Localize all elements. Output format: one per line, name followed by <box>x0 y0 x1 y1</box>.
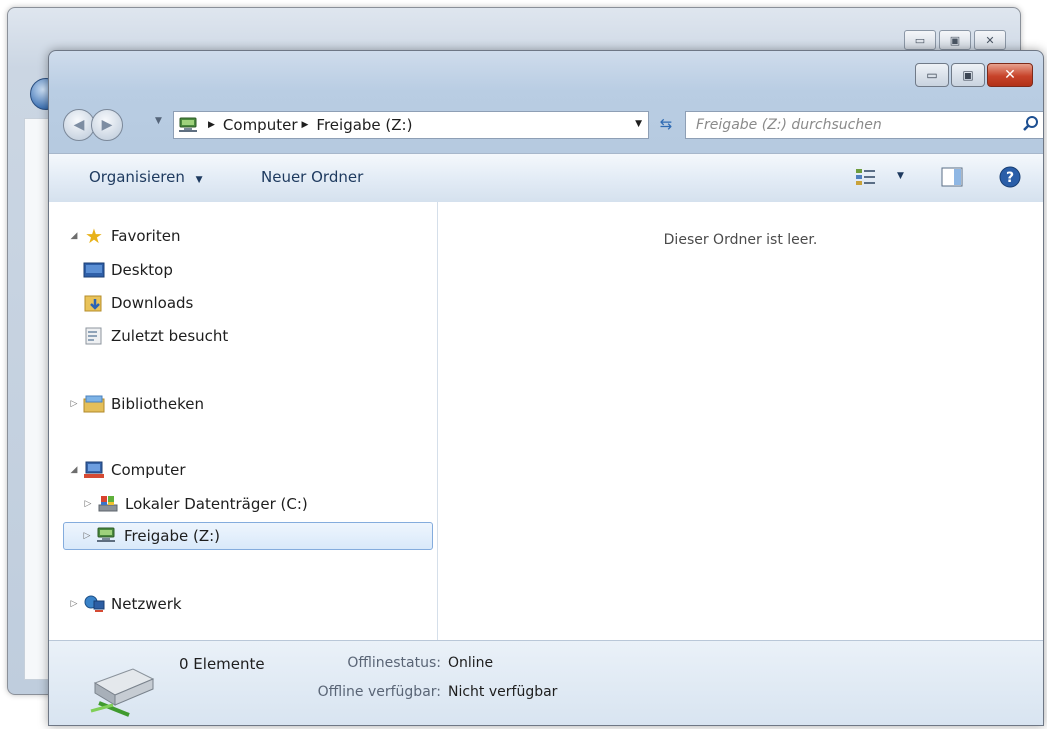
offline-status-label: Offlinestatus: <box>347 655 441 671</box>
minimize-icon[interactable]: ▭ <box>904 30 936 50</box>
offline-available-value: Nicht verfügbar <box>448 684 558 700</box>
view-dropdown-icon[interactable]: ▼ <box>897 171 904 181</box>
desktop-icon <box>83 260 105 280</box>
search-box[interactable] <box>685 111 1043 139</box>
tree-item-label: Zuletzt besucht <box>111 327 229 345</box>
star-icon: ★ <box>85 224 103 248</box>
offline-available-label: Offline verfügbar: <box>317 684 441 700</box>
network-drive-large-icon <box>90 668 155 717</box>
tree-item-zuletzt-besucht[interactable]: Zuletzt besucht <box>83 322 228 350</box>
command-bar: Organisieren ▼ Neuer Ordner ▼ ? <box>49 153 1043 203</box>
collapsed-triangle-icon[interactable]: ▷ <box>69 599 79 609</box>
tree-item-downloads[interactable]: Downloads <box>83 289 193 317</box>
network-drive-icon <box>179 117 197 132</box>
explorer-window: ▭ ▣ ✕ ◀ ▶ ▼ ▶ Computer ▶ Freigabe (Z:) ▼… <box>48 50 1044 726</box>
tree-item-favoriten[interactable]: ◢ ★ Favoriten <box>69 222 181 250</box>
details-pane: 0 Elemente Offlinestatus: Online Offline… <box>49 640 1043 725</box>
recent-pages-dropdown[interactable]: ▼ <box>155 116 162 126</box>
preview-pane-icon[interactable] <box>941 167 963 187</box>
tree-item-bibliotheken[interactable]: ▷ Bibliotheken <box>69 390 204 418</box>
tree-item-freigabe[interactable]: ▷ Freigabe (Z:) <box>63 522 433 550</box>
computer-icon <box>83 460 105 480</box>
organize-button[interactable]: Organisieren ▼ <box>89 168 203 186</box>
refresh-button[interactable]: ⇆ <box>651 111 681 137</box>
tree-item-netzwerk[interactable]: ▷ Netzwerk <box>69 590 182 618</box>
address-bar[interactable]: ▶ Computer ▶ Freigabe (Z:) ▼ <box>173 111 649 139</box>
navigation-pane: ◢ ★ Favoriten Desktop Downloads Zuletzt … <box>49 202 438 640</box>
recent-places-icon <box>83 326 105 346</box>
tree-item-label: Downloads <box>111 294 194 312</box>
tree-item-computer[interactable]: ◢ Computer <box>69 456 186 484</box>
tree-item-lokaler-datentraeger[interactable]: ▷ Lokaler Datenträger (C:) <box>83 490 308 518</box>
tree-item-label: Favoriten <box>111 227 181 245</box>
breadcrumb-computer[interactable]: Computer <box>223 116 298 134</box>
tree-item-label: Lokaler Datenträger (C:) <box>125 495 308 513</box>
collapsed-triangle-icon[interactable]: ▷ <box>82 531 92 541</box>
organize-label: Organisieren <box>89 168 185 186</box>
breadcrumb-freigabe[interactable]: Freigabe (Z:) <box>316 116 412 134</box>
network-icon <box>83 594 105 614</box>
address-dropdown-icon[interactable]: ▼ <box>635 119 642 129</box>
file-list-pane[interactable]: Dieser Ordner ist leer. <box>438 202 1043 640</box>
forward-button[interactable]: ▶ <box>91 109 123 141</box>
tree-item-label: Freigabe (Z:) <box>124 527 221 545</box>
libraries-icon <box>83 394 105 414</box>
search-icon[interactable] <box>1022 115 1040 133</box>
close-button[interactable]: ✕ <box>987 63 1033 87</box>
navigation-row: ◀ ▶ ▼ ▶ Computer ▶ Freigabe (Z:) ▼ ⇆ <box>63 107 1043 141</box>
view-options-icon[interactable] <box>855 167 877 187</box>
maximize-icon[interactable]: ▣ <box>939 30 971 50</box>
network-drive-icon <box>96 526 118 546</box>
new-folder-button[interactable]: Neuer Ordner <box>261 168 363 186</box>
tree-item-label: Netzwerk <box>111 595 182 613</box>
tree-item-label: Desktop <box>111 261 173 279</box>
minimize-button[interactable]: ▭ <box>915 63 949 87</box>
collapsed-triangle-icon[interactable]: ▷ <box>69 399 79 409</box>
item-count: 0 Elemente <box>179 655 265 673</box>
window-caption-buttons: ▭ ▣ ✕ <box>915 63 1033 87</box>
tree-item-label: Bibliotheken <box>111 395 204 413</box>
expanded-triangle-icon[interactable]: ◢ <box>69 231 79 241</box>
maximize-button[interactable]: ▣ <box>951 63 985 87</box>
background-window-controls: ▭ ▣ ✕ <box>904 30 1006 50</box>
search-input[interactable] <box>694 116 998 134</box>
arrow-left-icon: ◀ <box>73 117 85 133</box>
expanded-triangle-icon[interactable]: ◢ <box>69 465 79 475</box>
svg-text:?: ? <box>1006 170 1014 186</box>
downloads-folder-icon <box>83 293 105 313</box>
breadcrumb-separator-icon[interactable]: ▶ <box>208 120 215 130</box>
close-icon[interactable]: ✕ <box>974 30 1006 50</box>
tree-item-desktop[interactable]: Desktop <box>83 256 173 284</box>
collapsed-triangle-icon[interactable]: ▷ <box>83 499 93 509</box>
offline-status-value: Online <box>448 655 494 671</box>
local-disk-icon <box>97 494 119 514</box>
help-icon[interactable]: ? <box>999 166 1021 188</box>
empty-folder-message: Dieser Ordner ist leer. <box>663 232 818 248</box>
arrow-right-icon: ▶ <box>101 117 113 133</box>
chevron-down-icon: ▼ <box>195 175 203 185</box>
breadcrumb-separator-icon[interactable]: ▶ <box>302 120 309 130</box>
tree-item-label: Computer <box>111 461 186 479</box>
refresh-icon: ⇆ <box>659 115 673 133</box>
